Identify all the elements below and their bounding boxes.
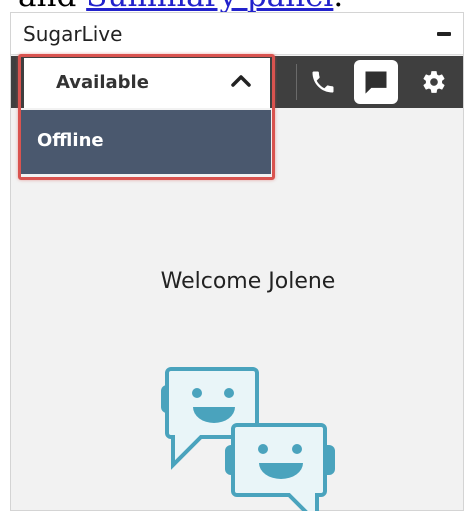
phone-button[interactable]: [301, 60, 345, 104]
welcome-message: Welcome Jolene: [160, 269, 336, 294]
settings-button[interactable]: [412, 60, 456, 104]
gear-icon: [423, 71, 445, 93]
chat-icon: [365, 71, 387, 94]
status-dropdown[interactable]: Available: [24, 58, 270, 108]
minimize-icon[interactable]: [437, 32, 451, 36]
chat-bubbles-icon: [161, 367, 335, 511]
title-bar: SugarLive: [11, 13, 463, 55]
status-option-label: Offline: [37, 130, 104, 151]
chat-bubble-front: [225, 423, 335, 511]
status-option-offline[interactable]: Offline: [21, 110, 271, 174]
status-selected-label: Available: [56, 72, 149, 93]
widget-title: SugarLive: [23, 22, 123, 46]
chevron-up-icon[interactable]: [230, 72, 252, 88]
chat-button[interactable]: [354, 60, 398, 104]
toolbar-divider: [296, 64, 297, 100]
phone-icon: [312, 71, 334, 93]
